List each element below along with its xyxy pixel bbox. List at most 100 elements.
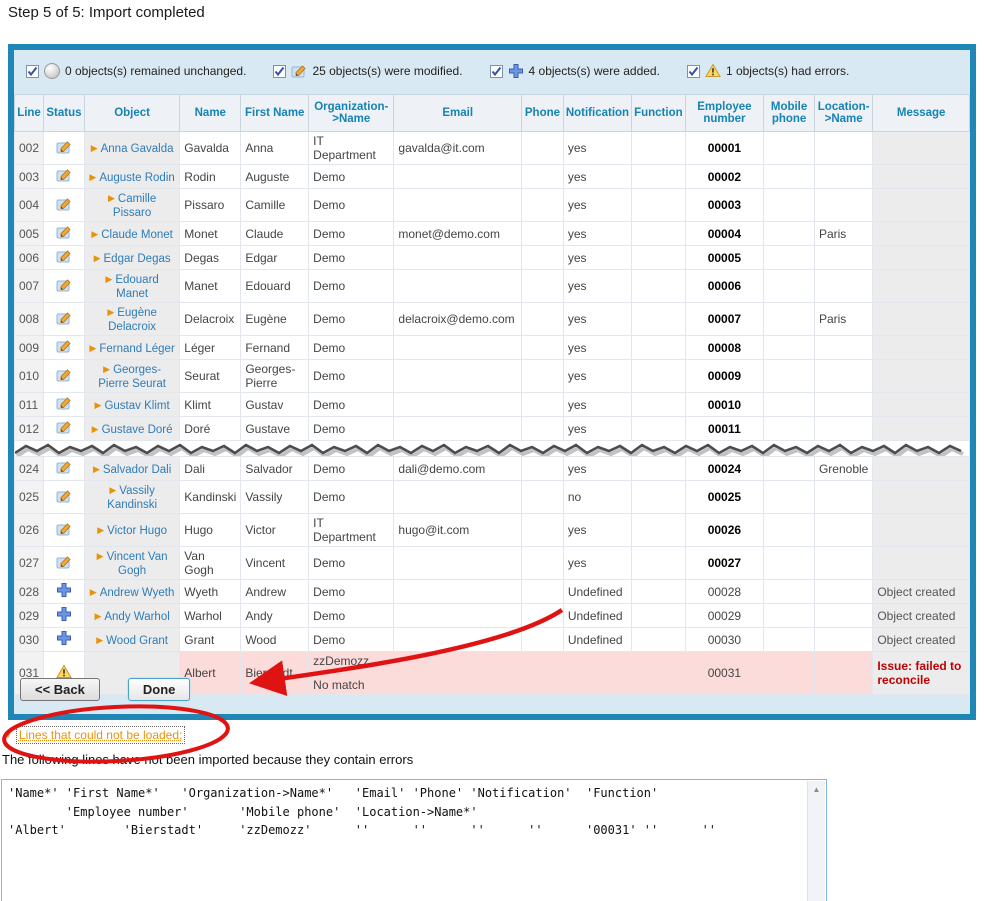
object-link[interactable]: ▶Anna Gavalda [91, 143, 174, 155]
first-name-cell: Camille [241, 189, 309, 222]
unchanged-checkbox[interactable] [26, 65, 39, 78]
col-mobile-phone: Mobile phone [764, 95, 815, 132]
organization-cell: Demo [309, 547, 394, 580]
employee-number-cell: 00031 [685, 652, 764, 695]
phone-cell [522, 222, 564, 246]
object-link[interactable]: ▶Vassily Kandinski [107, 485, 157, 511]
object-link[interactable]: ▶Auguste Rodin [89, 172, 174, 184]
function-cell [632, 580, 686, 604]
email-cell [394, 652, 522, 695]
table-row: 009 ▶Fernand Léger Léger Fernand Demo ye… [15, 336, 970, 360]
raw-lines-box[interactable]: 'Name*' 'First Name*' 'Organization->Nam… [1, 779, 827, 901]
col-object: Object [84, 95, 179, 132]
location-cell [814, 336, 872, 360]
status-cell [44, 189, 85, 222]
line-cell: 006 [15, 246, 44, 270]
arrow-bullet-icon: ▶ [89, 172, 96, 182]
phone-cell [522, 652, 564, 695]
modified-pencil-icon [56, 224, 72, 240]
first-name-cell: Auguste [241, 165, 309, 189]
function-cell [632, 189, 686, 222]
location-cell [814, 514, 872, 547]
table-row: 006 ▶Edgar Degas Degas Edgar Demo yes 00… [15, 246, 970, 270]
email-cell [394, 417, 522, 441]
back-button[interactable]: << Back [20, 678, 100, 701]
employee-number-cell: 00024 [685, 457, 764, 481]
modified-pencil-icon [56, 459, 72, 475]
scroll-up-icon[interactable]: ▲ [808, 781, 825, 798]
object-link[interactable]: ▶Salvador Dali [93, 464, 171, 476]
object-cell: ▶Georges-Pierre Seurat [84, 360, 179, 393]
object-link[interactable]: ▶Edouard Manet [105, 274, 158, 300]
name-cell: Klimt [180, 393, 241, 417]
notification-cell: Undefined [563, 580, 631, 604]
added-checkbox[interactable] [490, 65, 503, 78]
status-cell [44, 165, 85, 189]
object-link[interactable]: ▶Camille Pissaro [108, 193, 156, 219]
notification-cell: yes [563, 336, 631, 360]
object-link[interactable]: ▶Georges-Pierre Seurat [98, 364, 166, 390]
employee-number-cell: 00004 [685, 222, 764, 246]
notification-cell: yes [563, 417, 631, 441]
message-cell [873, 246, 970, 270]
object-link[interactable]: ▶Andy Warhol [94, 611, 169, 623]
line-cell: 024 [15, 457, 44, 481]
email-cell [394, 336, 522, 360]
object-link[interactable]: ▶Vincent Van Gogh [97, 551, 168, 577]
object-link[interactable]: ▶Andrew Wyeth [90, 587, 175, 599]
errors-checkbox[interactable] [687, 65, 700, 78]
organization-cell: Demo [309, 336, 394, 360]
object-link[interactable]: ▶Wood Grant [96, 635, 168, 647]
notification-cell [563, 652, 631, 695]
message-cell [873, 393, 970, 417]
email-cell [394, 604, 522, 628]
line-cell: 029 [15, 604, 44, 628]
object-link[interactable]: ▶Gustave Doré [92, 424, 173, 436]
phone-cell [522, 628, 564, 652]
location-cell [814, 580, 872, 604]
email-cell [394, 547, 522, 580]
phone-cell [522, 580, 564, 604]
name-cell: Van Gogh [180, 547, 241, 580]
object-link[interactable]: ▶Gustav Klimt [95, 400, 170, 412]
mobile-phone-cell [764, 417, 815, 441]
function-cell [632, 652, 686, 695]
name-cell: Rodin [180, 165, 241, 189]
location-cell [814, 604, 872, 628]
summary-unchanged-text: 0 objects(s) remained unchanged. [65, 64, 246, 78]
first-name-cell: Claude [241, 222, 309, 246]
employee-number-cell: 00001 [685, 132, 764, 165]
lines-not-loaded-link[interactable]: Lines that could not be loaded: [17, 727, 184, 743]
name-cell: Gavalda [180, 132, 241, 165]
modified-pencil-icon [56, 167, 72, 183]
first-name-cell: Bierstadt [241, 652, 309, 695]
notification-cell: Undefined [563, 628, 631, 652]
object-cell: ▶Vassily Kandinski [84, 481, 179, 514]
arrow-bullet-icon: ▶ [97, 525, 104, 535]
object-cell: ▶Auguste Rodin [84, 165, 179, 189]
first-name-cell: Fernand [241, 336, 309, 360]
added-plus-icon [56, 606, 72, 622]
object-cell: ▶Camille Pissaro [84, 189, 179, 222]
page: Step 5 of 5: Import completed 0 objects(… [0, 0, 984, 901]
object-link[interactable]: ▶Claude Monet [91, 229, 173, 241]
object-link[interactable]: ▶Victor Hugo [97, 525, 167, 537]
employee-number-cell: 00009 [685, 360, 764, 393]
modified-pencil-icon [56, 521, 72, 537]
message-cell: Object created [873, 580, 970, 604]
employee-number-cell: 00007 [685, 303, 764, 336]
added-plus-icon [56, 630, 72, 646]
email-cell [394, 481, 522, 514]
object-link[interactable]: ▶Fernand Léger [89, 343, 174, 355]
status-cell [44, 481, 85, 514]
object-cell: ▶Claude Monet [84, 222, 179, 246]
object-link[interactable]: ▶Eugène Delacroix [107, 307, 157, 333]
modified-checkbox[interactable] [273, 65, 286, 78]
object-link[interactable]: ▶Edgar Degas [94, 253, 171, 265]
line-cell: 026 [15, 514, 44, 547]
raw-box-scrollbar[interactable]: ▲ [807, 781, 825, 901]
location-cell [814, 547, 872, 580]
done-button[interactable]: Done [128, 678, 191, 701]
status-cell [44, 457, 85, 481]
col-status: Status [44, 95, 85, 132]
